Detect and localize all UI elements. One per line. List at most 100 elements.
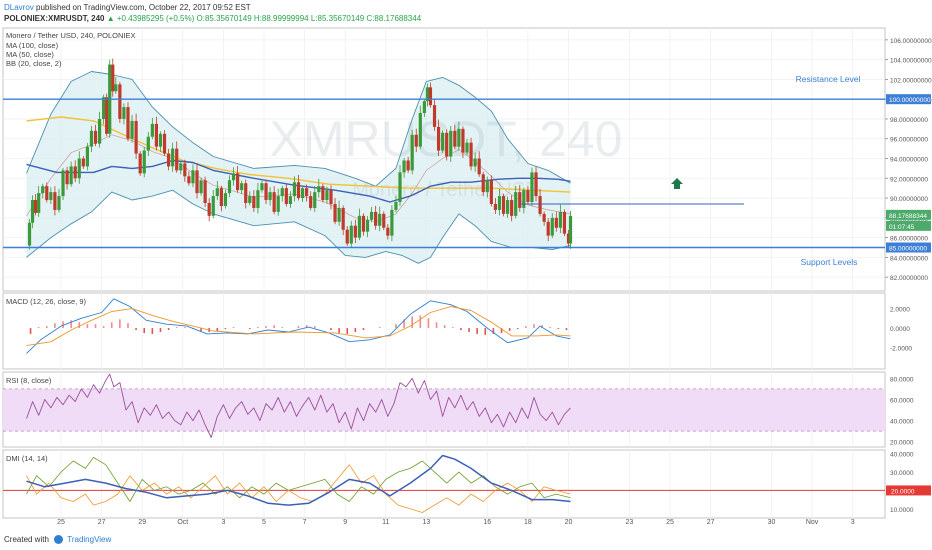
candle-body xyxy=(406,160,410,171)
candle-body xyxy=(414,134,418,147)
candle-body xyxy=(276,196,280,212)
candle-body xyxy=(105,97,109,134)
y-tick-label: 82.00000000 xyxy=(890,275,928,282)
candle-body xyxy=(365,219,370,232)
macd-title: MACD (12, 26, close, 9) xyxy=(6,297,87,306)
candle-body xyxy=(510,200,514,216)
candle-body xyxy=(69,166,73,185)
support-tag: 85.00000000 xyxy=(889,245,927,252)
author-link[interactable]: DLavrov xyxy=(4,3,34,12)
candle-body xyxy=(554,217,558,228)
candle-body xyxy=(27,222,32,246)
candle-body xyxy=(546,221,550,236)
candle-body xyxy=(461,128,465,153)
candle-body xyxy=(53,192,57,210)
candle-body xyxy=(436,126,441,151)
candle-body xyxy=(300,188,305,199)
rsi-y-tick-label: 60.0000 xyxy=(890,397,914,404)
candle-body xyxy=(111,64,115,92)
candle-body xyxy=(268,192,272,201)
candle-body xyxy=(361,215,366,232)
candle-body xyxy=(248,196,252,204)
dmi-reference-tag: 20.0000 xyxy=(891,488,915,495)
tradingview-brand[interactable]: TradingView xyxy=(67,535,111,544)
candle-body xyxy=(142,150,146,174)
y-tick-label: 104.00000000 xyxy=(890,58,932,65)
rsi-y-tick-label: 40.0000 xyxy=(890,419,914,426)
candle-body xyxy=(337,207,341,222)
x-tick-label: 20 xyxy=(565,519,573,524)
candle-body xyxy=(497,196,502,210)
x-tick-label: 5 xyxy=(262,519,266,524)
candle-body xyxy=(154,123,159,147)
candle-body xyxy=(493,203,498,210)
candle-body xyxy=(378,213,382,226)
countdown-tag: 01:07:45 xyxy=(889,224,915,231)
candle-body xyxy=(369,211,374,220)
candle-body xyxy=(162,133,167,154)
candle-body xyxy=(195,170,199,194)
candle-body xyxy=(146,136,150,151)
candle-body xyxy=(49,192,53,201)
candle-body xyxy=(489,180,493,204)
candle-body xyxy=(199,180,203,194)
candle-body xyxy=(506,200,510,214)
y-tick-label: 94.00000000 xyxy=(890,157,928,164)
x-tick-label: 27 xyxy=(707,519,715,524)
symbol-label: POLONIEX:XMRUSDT, 240 xyxy=(4,14,105,23)
indicator-legend-entry: MA (50, close) xyxy=(6,50,54,59)
candle-body xyxy=(428,87,433,106)
x-tick-label: Nov xyxy=(806,519,819,524)
candle-body xyxy=(134,120,138,154)
candle-body xyxy=(256,190,260,208)
rsi-y-tick-label: 20.0000 xyxy=(890,440,914,447)
x-tick-label: 29 xyxy=(138,519,146,524)
candle-body xyxy=(231,173,236,181)
candle-body xyxy=(30,200,35,223)
candle-body xyxy=(518,192,522,208)
x-tick-label: 16 xyxy=(483,519,491,524)
candle-body xyxy=(61,170,65,197)
candle-body xyxy=(223,193,228,206)
candle-body xyxy=(288,196,292,204)
candle-body xyxy=(252,196,256,208)
candle-body xyxy=(357,215,362,238)
candle-body xyxy=(317,186,321,193)
candle-body xyxy=(65,170,69,185)
candle-body xyxy=(219,188,223,206)
candle-body xyxy=(34,200,38,213)
created-with-text: Created with xyxy=(4,535,49,544)
candle-body xyxy=(526,190,530,203)
candle-body xyxy=(398,172,402,203)
candle-body xyxy=(558,211,562,228)
chart-area[interactable]: 25 27 29 Oct 3 5 7 9 11 13 16 18 20 23 25 27 30 Nov 3 82.00… xyxy=(0,26,932,524)
published-text: published on TradingView.com, October 22… xyxy=(36,3,251,12)
candle-body xyxy=(122,107,126,119)
candle-body xyxy=(187,176,191,184)
candle-body xyxy=(341,207,345,230)
dmi-title: DMI (14, 14) xyxy=(6,454,48,463)
candle-body xyxy=(453,130,457,147)
candle-body xyxy=(114,84,118,92)
candle-body xyxy=(73,166,77,179)
candle-body xyxy=(410,134,414,171)
rsi-title: RSI (8, close) xyxy=(6,376,52,385)
candle-body xyxy=(501,196,506,214)
macd-y-tick-label: -2.0000 xyxy=(890,346,912,353)
candle-body xyxy=(522,190,526,208)
candle-body xyxy=(138,153,142,174)
candle-body xyxy=(333,203,337,222)
support-label: Support Levels xyxy=(801,257,858,267)
dmi-y-tick-label: 30.0000 xyxy=(890,470,914,477)
symbol-info: POLONIEX:XMRUSDT, 240 ▲ +0.43985295 (+0.… xyxy=(4,14,421,23)
candle-body xyxy=(542,213,546,222)
tradingview-logo-icon xyxy=(54,535,64,545)
candle-body xyxy=(280,188,284,197)
pane-frame-1 xyxy=(2,292,886,370)
indicator-legend-entry: MA (100, close) xyxy=(6,41,59,50)
candle-body xyxy=(530,172,534,203)
price-pane-title: Monero / Tether USD, 240, POLONIEX xyxy=(6,31,136,40)
candle-body xyxy=(102,97,106,119)
candle-body xyxy=(244,183,248,204)
pane-frame-3 xyxy=(2,449,886,519)
